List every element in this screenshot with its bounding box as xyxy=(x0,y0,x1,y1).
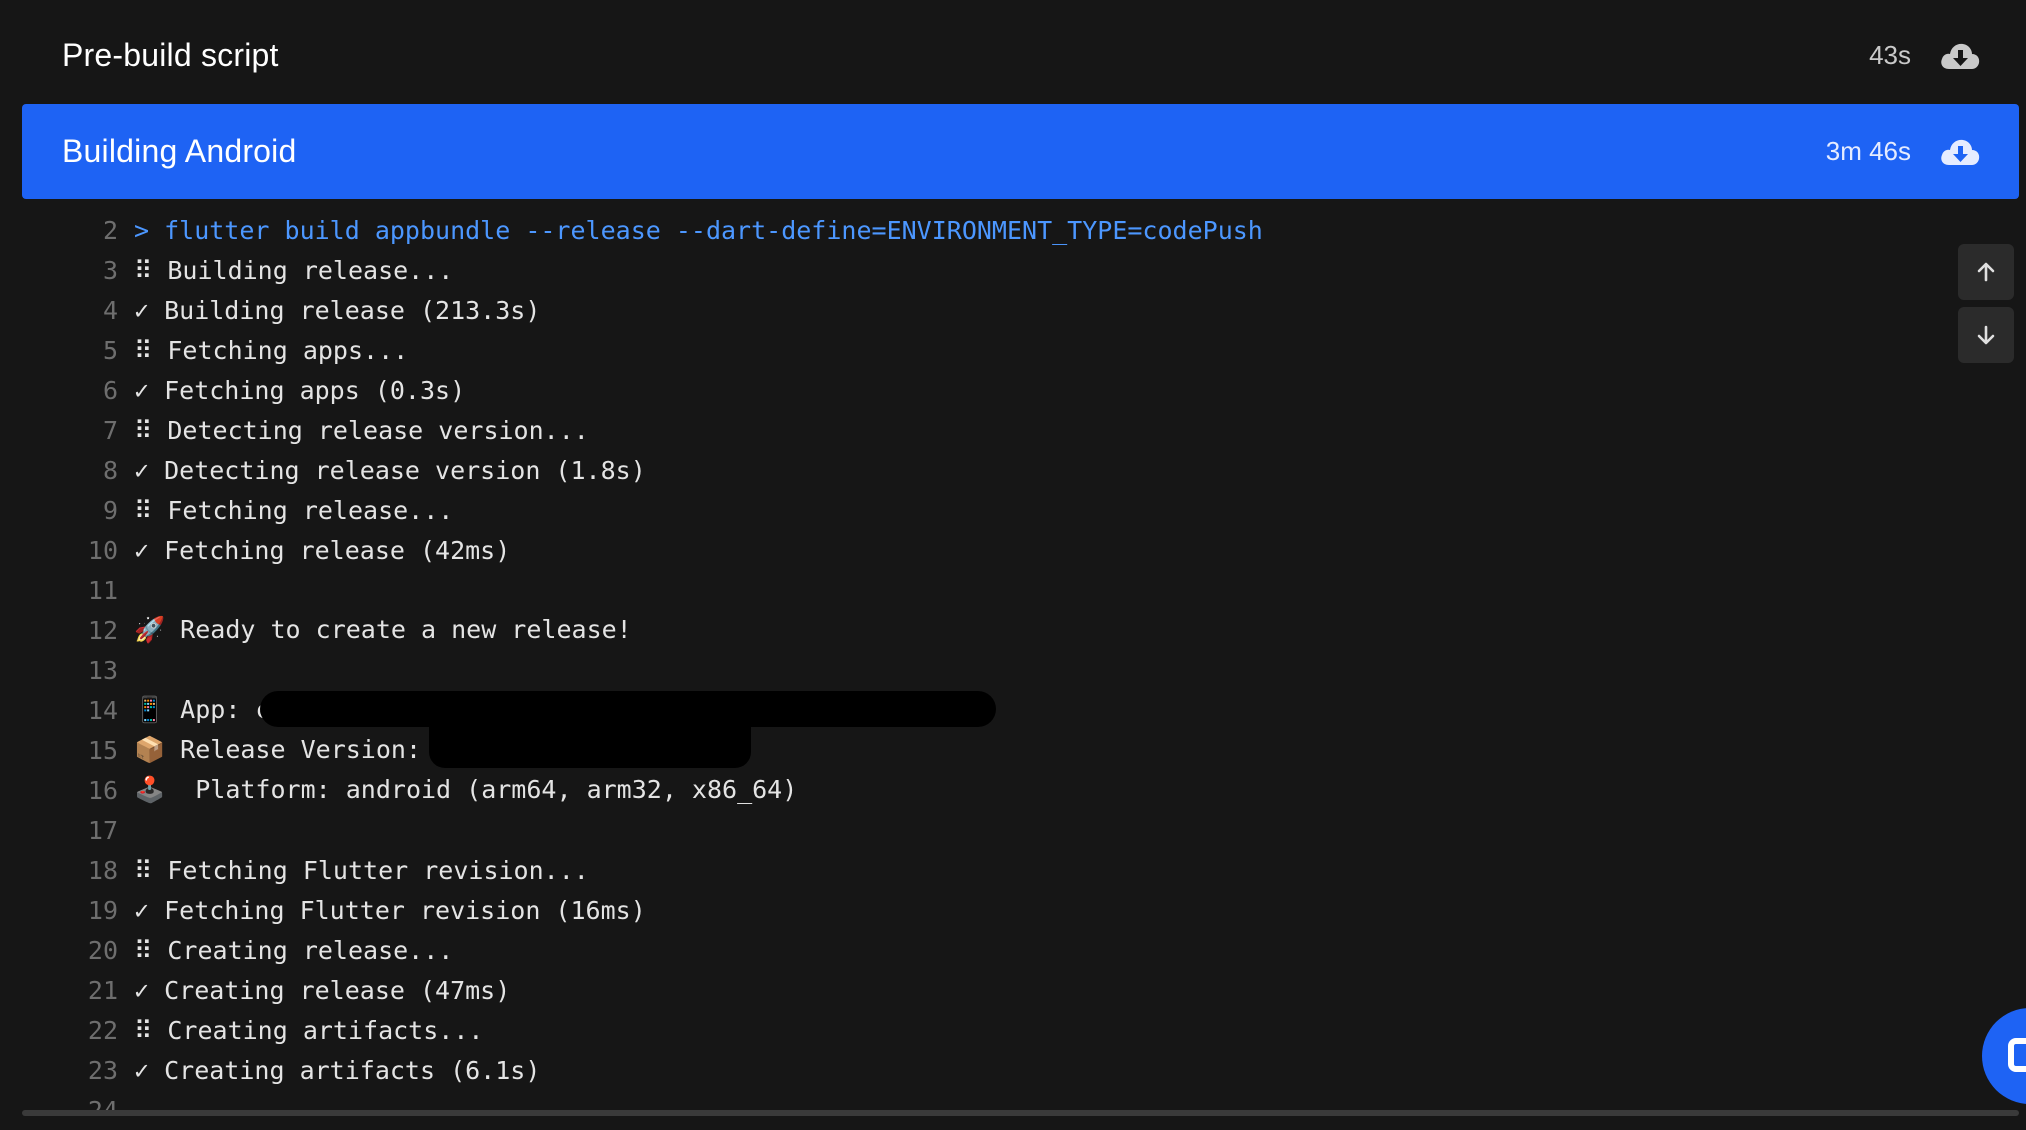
step-meta: 43s xyxy=(1869,39,1981,73)
chat-icon xyxy=(2008,1038,2026,1072)
step-building-android[interactable]: Building Android 3m 46s xyxy=(22,104,2019,199)
line-number: 17 xyxy=(87,815,118,845)
line-number: 6 xyxy=(102,375,118,405)
step-title: Pre-build script xyxy=(62,37,279,73)
step-duration: 3m 46s xyxy=(1825,136,1911,166)
log-line-text: ✓ Detecting release version (1.8s) xyxy=(134,455,646,485)
log-line-text: ⠿ Fetching Flutter revision... xyxy=(134,855,589,885)
arrow-up-icon xyxy=(1977,262,1995,282)
log-line: 13 xyxy=(22,650,2019,690)
line-number: 15 xyxy=(87,735,118,765)
log-line: 8 ✓ Detecting release version (1.8s) xyxy=(22,450,2019,490)
line-number: 18 xyxy=(87,855,118,885)
redaction-block xyxy=(429,726,751,768)
log-line: 7 ⠿ Detecting release version... xyxy=(22,410,2019,450)
log-line: 20 ⠿ Creating release... xyxy=(22,930,2019,970)
line-number: 22 xyxy=(87,1015,118,1045)
log-line: 17 xyxy=(22,810,2019,850)
log-line: 23 ✓ Creating artifacts (6.1s) xyxy=(22,1050,2019,1090)
scroll-to-top-button[interactable] xyxy=(1958,244,2014,300)
log-line: 11 xyxy=(22,570,2019,610)
log-line-text: ✓ Creating artifacts (6.1s) xyxy=(134,1055,541,1085)
log-line: 2 > flutter build appbundle --release --d… xyxy=(22,210,2019,250)
line-number: 12 xyxy=(87,615,118,645)
step-pre-build-script[interactable]: Pre-build script 43s xyxy=(22,8,2019,103)
log-line-text: ✓ Fetching release (42ms) xyxy=(134,535,511,565)
line-number: 5 xyxy=(102,335,118,365)
log-line: 6 ✓ Fetching apps (0.3s) xyxy=(22,370,2019,410)
log-line-text: ⠿ Fetching release... xyxy=(134,495,454,525)
step-duration: 43s xyxy=(1869,40,1911,70)
line-number: 7 xyxy=(102,415,118,445)
log-line-text: 🕹️ Platform: android (arm64, arm32, x86_… xyxy=(134,775,798,804)
log-line-text: ✓ Fetching apps (0.3s) xyxy=(134,375,466,405)
log-line-text: ⠿ Building release... xyxy=(134,255,454,285)
line-number: 16 xyxy=(87,775,118,805)
log-line-text: ✓ Building release (213.3s) xyxy=(134,295,541,325)
log-line-text: ⠿ Fetching apps... xyxy=(134,335,409,365)
cloud-download-icon[interactable] xyxy=(1939,39,1981,73)
log-line: 22 ⠿ Creating artifacts... xyxy=(22,1010,2019,1050)
arrow-down-icon xyxy=(1977,325,1995,345)
log-line: 10 ✓ Fetching release (42ms) xyxy=(22,530,2019,570)
log-line-text: ✓ Creating release (47ms) xyxy=(134,975,511,1005)
scroll-to-bottom-button[interactable] xyxy=(1958,307,2014,363)
horizontal-scrollbar[interactable] xyxy=(22,1110,2019,1116)
step-meta: 3m 46s xyxy=(1826,135,1981,169)
redaction-block xyxy=(260,691,996,727)
log-line-text: 📦 Release Version: 2 xyxy=(134,735,452,764)
line-number: 21 xyxy=(87,975,118,1005)
log-line: 4 ✓ Building release (213.3s) xyxy=(22,290,2019,330)
log-line-text: ⠿ Creating release... xyxy=(134,935,454,965)
log-line: 9 ⠿ Fetching release... xyxy=(22,490,2019,530)
log-line: 15 📦 Release Version: 2 xyxy=(22,730,2019,770)
line-number: 4 xyxy=(102,295,118,325)
log-line: 16 🕹️ Platform: android (arm64, arm32, x8… xyxy=(22,770,2019,810)
line-number: 9 xyxy=(102,495,118,525)
log-line: 12 🚀 Ready to create a new release! xyxy=(22,610,2019,650)
step-title: Building Android xyxy=(62,133,297,169)
line-number: 13 xyxy=(87,655,118,685)
line-number: 23 xyxy=(87,1055,118,1085)
line-number: 11 xyxy=(87,575,118,605)
log-line: 21 ✓ Creating release (47ms) xyxy=(22,970,2019,1010)
log-line: 18 ⠿ Fetching Flutter revision... xyxy=(22,850,2019,890)
build-log-panel[interactable]: 2 > flutter build appbundle --release --d… xyxy=(22,199,2019,1113)
line-number: 2 xyxy=(102,215,118,245)
log-line-text: ⠿ Creating artifacts... xyxy=(134,1015,484,1045)
line-number: 19 xyxy=(87,895,118,925)
log-line: 5 ⠿ Fetching apps... xyxy=(22,330,2019,370)
log-line-text: ✓ Fetching Flutter revision (16ms) xyxy=(134,895,646,925)
log-line-text: 🚀 Ready to create a new release! xyxy=(134,615,632,644)
log-line: 19 ✓ Fetching Flutter revision (16ms) xyxy=(22,890,2019,930)
line-number: 20 xyxy=(87,935,118,965)
line-number: 14 xyxy=(87,695,118,725)
line-number: 10 xyxy=(87,535,118,565)
log-line: 3 ⠿ Building release... xyxy=(22,250,2019,290)
line-number: 3 xyxy=(102,255,118,285)
log-line-text: ⠿ Detecting release version... xyxy=(134,415,589,445)
log-line-text: > flutter build appbundle --release --da… xyxy=(134,215,1263,245)
line-number: 8 xyxy=(102,455,118,485)
cloud-download-icon[interactable] xyxy=(1939,135,1981,169)
log-lines: 2 > flutter build appbundle --release --d… xyxy=(22,210,2019,1090)
